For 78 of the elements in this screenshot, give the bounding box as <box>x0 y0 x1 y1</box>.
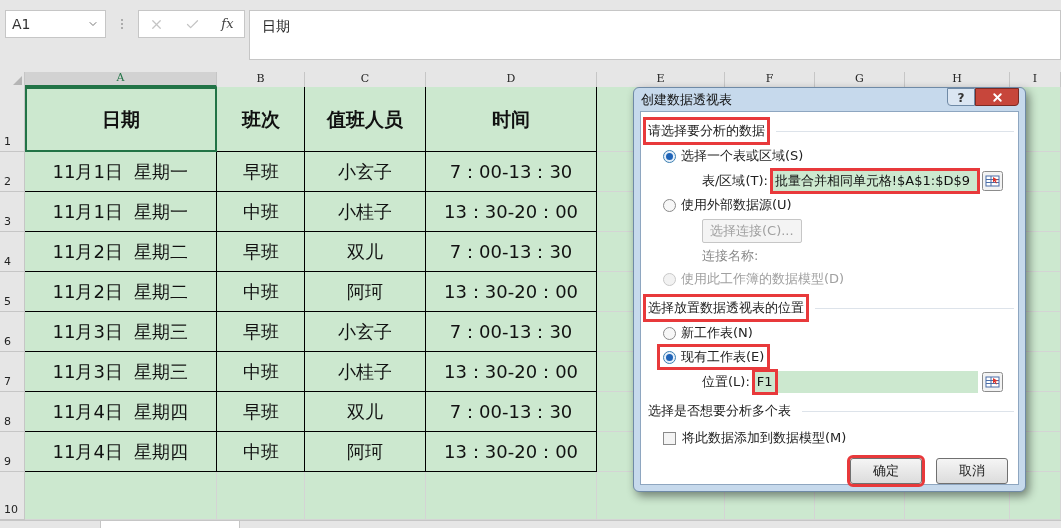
header-cell: 班次 <box>217 87 305 152</box>
table-cell: 早班 <box>217 392 305 432</box>
radio-button[interactable] <box>663 198 676 212</box>
table-cell: 小桂子 <box>305 352 426 392</box>
row-header[interactable]: 10 <box>0 472 25 520</box>
table-cell: 11月1日 星期一 <box>25 152 217 192</box>
formula-field[interactable]: 日期 <box>249 10 1061 60</box>
radio-option[interactable]: 现有工作表(E) <box>659 346 769 368</box>
radio-option[interactable]: 新工作表(N) <box>659 322 757 344</box>
radio-button[interactable] <box>663 350 676 364</box>
table-cell: 11月2日 星期二 <box>25 272 217 312</box>
range-field[interactable]: F1 <box>753 370 978 393</box>
table-cell: 阿珂 <box>305 432 426 472</box>
field-value: 批量合并相同单元格!$A$1:$D$9 <box>773 171 971 190</box>
close-button[interactable] <box>975 88 1019 106</box>
table-cell: 早班 <box>217 232 305 272</box>
field-label: 位置(L): <box>702 372 750 391</box>
checkbox-option[interactable]: 将此数据添加到数据模型(M) <box>663 428 847 448</box>
field-label: 表/区域(T): <box>702 171 768 190</box>
field-value: F1 <box>753 370 776 393</box>
table-cell: 小玄子 <box>305 152 426 192</box>
radio-option[interactable]: 使用外部数据源(U) <box>659 194 796 216</box>
row-header[interactable]: 4 <box>0 232 25 272</box>
row-header[interactable]: 9 <box>0 432 25 472</box>
table-cell: 7：00-13：30 <box>426 392 597 432</box>
column-header[interactable]: A <box>25 72 217 87</box>
table-cell: 小玄子 <box>305 312 426 352</box>
range-picker-icon[interactable] <box>982 371 1003 392</box>
table-cell: 7：00-13：30 <box>426 232 597 272</box>
table-cell: 13：30-20：00 <box>426 272 597 312</box>
table-cell: 早班 <box>217 152 305 192</box>
section-heading: 请选择要分析的数据 <box>645 119 768 143</box>
section-heading: 选择放置数据透视表的位置 <box>645 296 807 320</box>
table-cell: 11月4日 星期四 <box>25 392 217 432</box>
table-cell: 7：00-13：30 <box>426 312 597 352</box>
close-icon <box>990 90 1004 104</box>
row-header[interactable]: 7 <box>0 352 25 392</box>
table-cell: 中班 <box>217 272 305 312</box>
row-header[interactable]: 2 <box>0 152 25 192</box>
checkbox[interactable] <box>663 431 676 445</box>
table-cell: 早班 <box>217 312 305 352</box>
cancel-button[interactable]: 取消 <box>936 458 1008 484</box>
table-cell: 小桂子 <box>305 192 426 232</box>
table-cell: 11月2日 星期二 <box>25 232 217 272</box>
row-header[interactable]: 6 <box>0 312 25 352</box>
table-cell: 7：00-13：30 <box>426 152 597 192</box>
table-cell: 双儿 <box>305 232 426 272</box>
row-header[interactable]: 3 <box>0 192 25 232</box>
radio-button[interactable] <box>663 326 676 340</box>
dialog-title: 创建数据透视表 <box>640 90 732 109</box>
section-heading: 选择是否想要分析多个表 <box>647 402 792 421</box>
header-cell: 日期 <box>25 87 217 152</box>
range-picker-icon[interactable] <box>982 170 1003 191</box>
radio-button[interactable] <box>663 149 676 163</box>
table-cell: 13：30-20：00 <box>426 432 597 472</box>
insert-function-button[interactable]: fx <box>221 14 234 34</box>
table-cell: 11月4日 星期四 <box>25 432 217 472</box>
ok-button[interactable]: 确定 <box>850 458 922 484</box>
table-cell: 11月1日 星期一 <box>25 192 217 232</box>
table-cell: 13：30-20：00 <box>426 352 597 392</box>
connection-name-label: 连接名称: <box>702 247 759 266</box>
table-cell: 阿珂 <box>305 272 426 312</box>
row-header[interactable]: 1 <box>0 87 25 152</box>
table-cell: 11月3日 星期三 <box>25 352 217 392</box>
radio-option[interactable]: 选择一个表或区域(S) <box>659 145 808 167</box>
help-button[interactable]: ? <box>947 88 975 106</box>
table-cell: 双儿 <box>305 392 426 432</box>
table-cell: 13：30-20：00 <box>426 192 597 232</box>
range-field[interactable]: 批量合并相同单元格!$A$1:$D$9 <box>771 169 978 192</box>
row-header[interactable]: 5 <box>0 272 25 312</box>
row-header[interactable]: 8 <box>0 392 25 432</box>
table-cell: 中班 <box>217 352 305 392</box>
name-box[interactable]: A1 <box>5 10 106 38</box>
table-cell: 11月3日 星期三 <box>25 312 217 352</box>
table-cell: 中班 <box>217 432 305 472</box>
header-cell: 值班人员 <box>305 87 426 152</box>
table-cell: 中班 <box>217 192 305 232</box>
header-cell: 时间 <box>426 87 597 152</box>
